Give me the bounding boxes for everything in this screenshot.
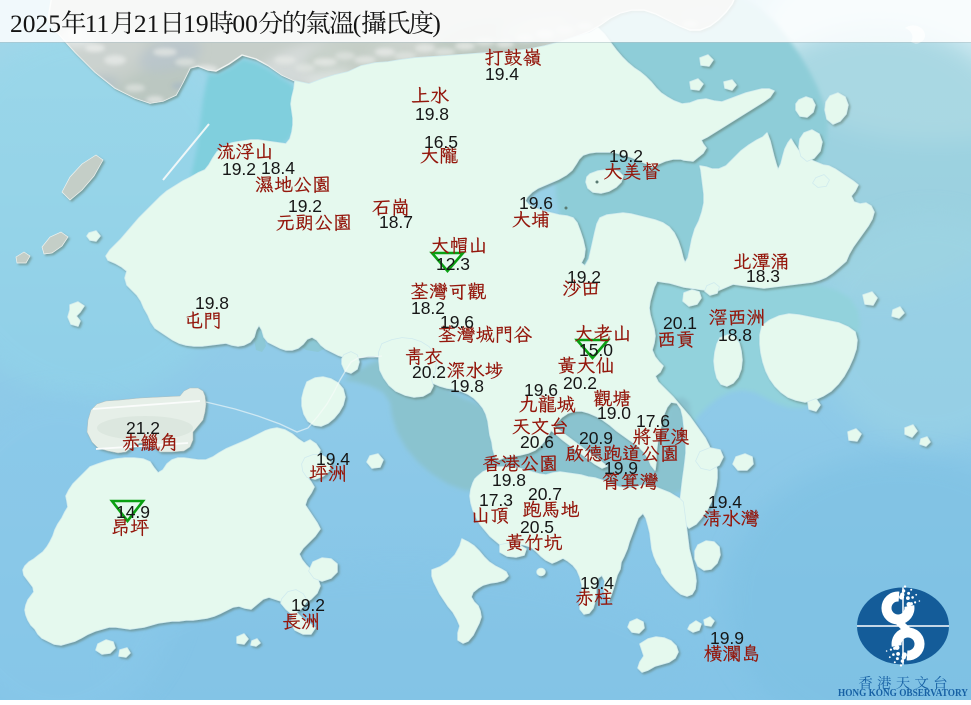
svg-text:21: 21	[134, 9, 160, 38]
svg-text:18.8: 18.8	[718, 325, 752, 345]
svg-text:19.8: 19.8	[415, 104, 449, 124]
svg-text:19.4: 19.4	[316, 449, 350, 469]
svg-text:19.2: 19.2	[567, 267, 601, 287]
svg-text:(: (	[353, 9, 362, 38]
svg-text:15.0: 15.0	[579, 340, 613, 360]
svg-text:18.4: 18.4	[261, 158, 295, 178]
svg-text:12.3: 12.3	[436, 254, 470, 274]
svg-text:19.9: 19.9	[710, 628, 744, 648]
svg-text:20.2: 20.2	[412, 362, 446, 382]
svg-text:): )	[432, 9, 441, 38]
svg-text:20.7: 20.7	[528, 484, 562, 504]
svg-text:19.6: 19.6	[440, 312, 474, 332]
svg-text:19.4: 19.4	[485, 64, 519, 84]
svg-text:19.6: 19.6	[519, 193, 553, 213]
svg-text:19.4: 19.4	[580, 573, 614, 593]
svg-text:11: 11	[85, 9, 110, 38]
svg-text:19.2: 19.2	[222, 159, 256, 179]
svg-text:14.9: 14.9	[116, 502, 150, 522]
svg-text:21.2: 21.2	[126, 418, 160, 438]
svg-text:19.8: 19.8	[450, 376, 484, 396]
svg-text:HONG KONG OBSERVATORY: HONG KONG OBSERVATORY	[838, 688, 968, 699]
svg-text:19.2: 19.2	[291, 595, 325, 615]
svg-text:17.3: 17.3	[479, 490, 513, 510]
svg-text:19.8: 19.8	[492, 470, 526, 490]
svg-text:19: 19	[183, 9, 209, 38]
svg-text:19.8: 19.8	[195, 293, 229, 313]
svg-text:20.6: 20.6	[520, 432, 554, 452]
svg-text:20.5: 20.5	[520, 517, 554, 537]
svg-text:18.7: 18.7	[379, 212, 413, 232]
svg-text:20.2: 20.2	[563, 373, 597, 393]
svg-text:16.5: 16.5	[424, 132, 458, 152]
svg-text:19.4: 19.4	[708, 492, 742, 512]
svg-text:20.9: 20.9	[579, 428, 613, 448]
svg-text:17.6: 17.6	[636, 411, 670, 431]
svg-text:19.2: 19.2	[609, 146, 643, 166]
svg-text:19.9: 19.9	[604, 458, 638, 478]
svg-text:18.3: 18.3	[746, 266, 780, 286]
svg-text:19.0: 19.0	[597, 403, 631, 423]
svg-text:00: 00	[232, 9, 257, 38]
svg-text:20.1: 20.1	[663, 313, 697, 333]
svg-text:2025: 2025	[10, 9, 61, 38]
svg-text:19.2: 19.2	[288, 196, 322, 216]
svg-text:19.6: 19.6	[524, 380, 558, 400]
